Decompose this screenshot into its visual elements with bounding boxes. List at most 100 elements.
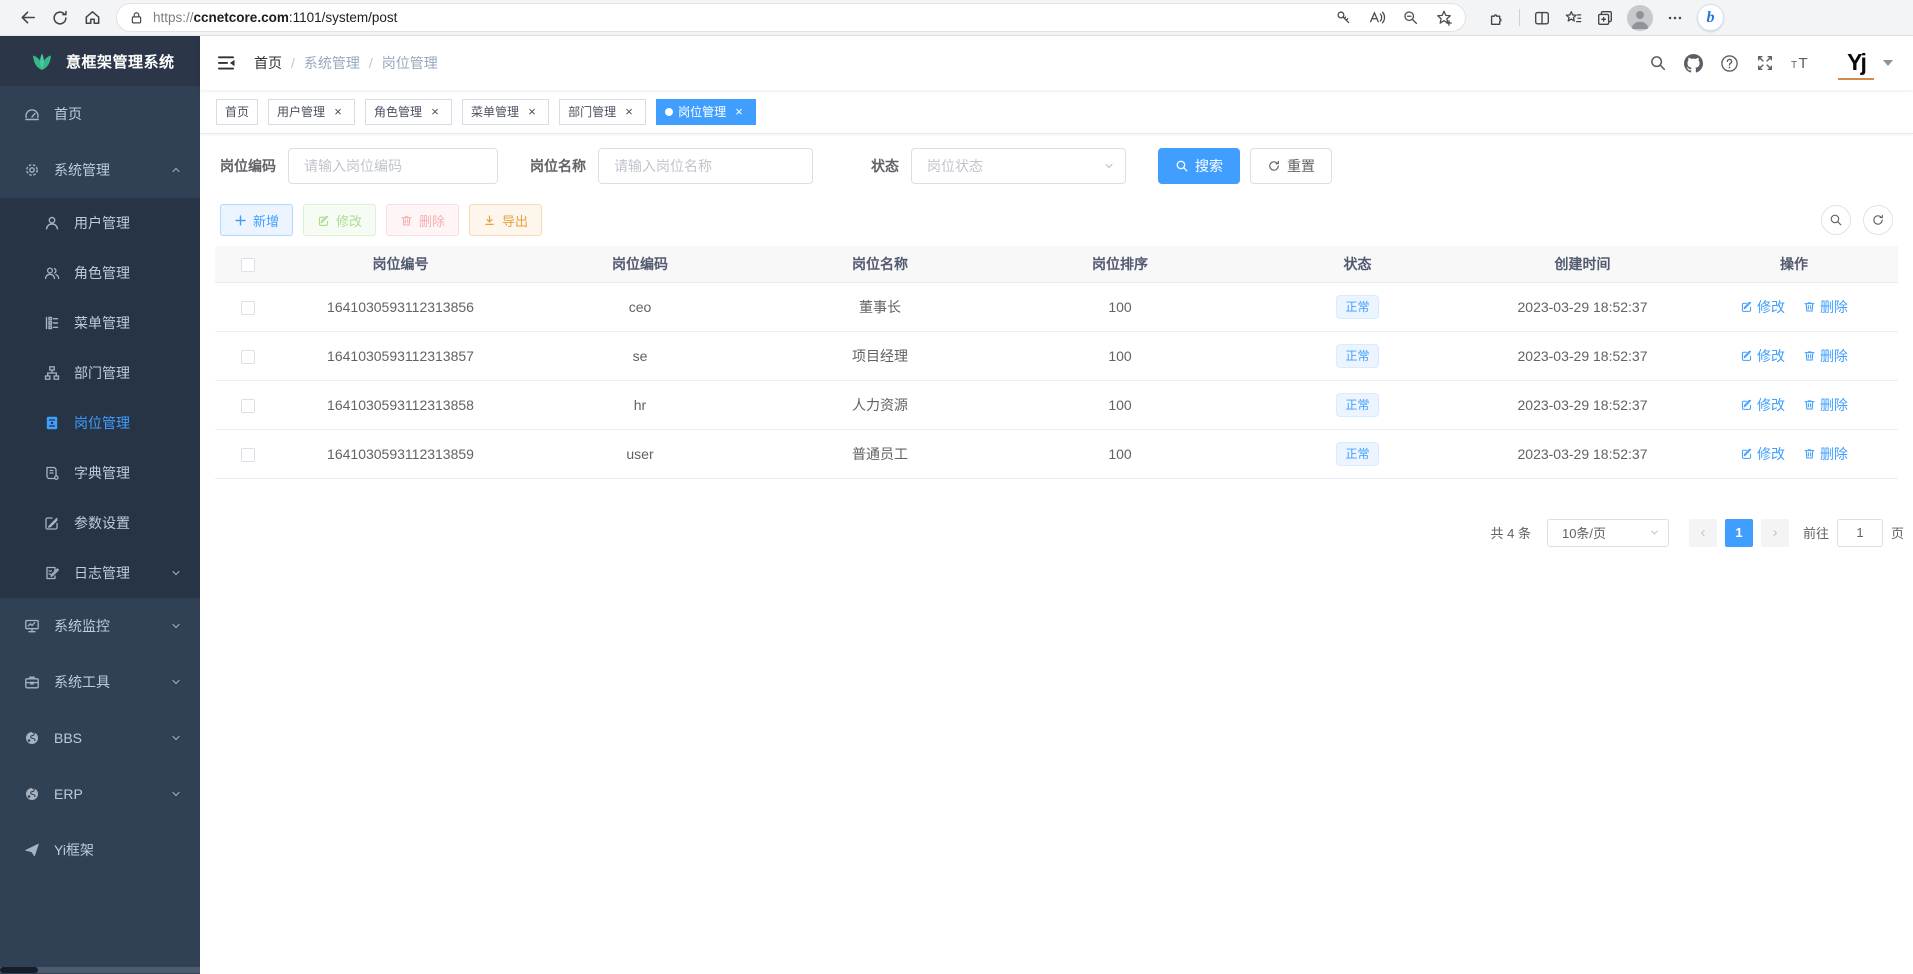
delete-button[interactable]: 删除 [386,204,459,236]
refresh-table-button[interactable] [1863,205,1893,235]
row-checkbox[interactable] [241,448,255,462]
sidebar-item-dictionary-management[interactable]: 字典管理 [0,448,200,498]
page-size-value: 10条/页 [1562,523,1606,542]
row-edit-button[interactable]: 修改 [1740,444,1785,464]
search-icon[interactable] [1649,54,1667,72]
row-checkbox[interactable] [241,301,255,315]
sidebar-item-system-monitor[interactable]: 系统监控 [0,598,200,654]
sidebar-item-user-management[interactable]: 用户管理 [0,198,200,248]
edit-icon [317,214,330,227]
search-button[interactable]: 搜索 [1158,148,1240,184]
delete-button-label: 删除 [419,211,445,230]
edit-button[interactable]: 修改 [303,204,376,236]
status-badge: 正常 [1336,344,1378,368]
sidebar-collapse-button[interactable] [216,53,236,73]
sidebar-item-label: 部门管理 [74,363,130,383]
close-icon[interactable] [731,104,747,120]
row-checkbox[interactable] [241,350,255,364]
row-delete-button[interactable]: 删除 [1803,297,1848,317]
app-logo[interactable]: 意框架管理系统 [0,36,200,86]
browser-home-button[interactable] [76,3,108,33]
select-all-checkbox[interactable] [241,258,255,272]
font-size-icon[interactable]: TT [1791,54,1811,72]
main-area: 首页 / 系统管理 / 岗位管理 TT Yj 首页 用户管理 角色管理 [200,36,1913,974]
status-select[interactable]: 岗位状态 [911,148,1126,184]
tag-department-management[interactable]: 部门管理 [559,99,646,125]
tag-menu-management[interactable]: 菜单管理 [462,99,549,125]
search-icon [1175,159,1189,173]
export-button[interactable]: 导出 [469,204,542,236]
row-edit-button[interactable]: 修改 [1740,346,1785,366]
page-1-button[interactable]: 1 [1725,519,1753,547]
password-key-icon[interactable] [1335,9,1352,26]
close-icon[interactable] [427,104,443,120]
sidebar-item-role-management[interactable]: 角色管理 [0,248,200,298]
breadcrumb-home[interactable]: 首页 [254,53,282,73]
sidebar-item-menu-management[interactable]: 菜单管理 [0,298,200,348]
sidebar-item-label: 字典管理 [74,463,130,483]
status-label: 状态 [871,156,899,176]
tag-label: 用户管理 [277,103,325,120]
close-icon[interactable] [330,104,346,120]
sidebar-item-log-management[interactable]: 日志管理 [0,548,200,598]
row-delete-button[interactable]: 删除 [1803,395,1848,415]
app-shell: 意框架管理系统 首页 系统管理 用户管理 角色管理 菜单管理 [0,36,1913,974]
browser-profile-avatar[interactable] [1627,5,1653,31]
sidebar-item-system-tools[interactable]: 系统工具 [0,654,200,710]
help-icon[interactable] [1720,54,1739,73]
row-delete-button[interactable]: 删除 [1803,346,1848,366]
sidebar-item-bbs[interactable]: BBS [0,710,200,766]
prev-page-button[interactable]: ‹ [1689,519,1717,547]
close-icon[interactable] [621,104,637,120]
github-icon[interactable] [1684,54,1703,73]
tag-label: 菜单管理 [471,103,519,120]
sidebar-item-parameter-settings[interactable]: 参数设置 [0,498,200,548]
sidebar-item-erp[interactable]: ERP [0,766,200,822]
reset-button[interactable]: 重置 [1250,148,1332,184]
user-avatar: Yj [1838,46,1874,80]
post-name-input[interactable] [598,148,813,184]
search-icon [1829,213,1843,227]
chevron-down-icon [1649,527,1660,538]
fullscreen-icon[interactable] [1756,54,1774,72]
extensions-icon[interactable] [1488,9,1506,27]
address-bar[interactable]: https://ccnetcore.com:1101/system/post [116,3,1466,32]
edit-square-icon [44,515,60,531]
add-favorite-icon[interactable] [1435,9,1453,27]
sidebar-scrollbar-thumb[interactable] [0,967,38,973]
sidebar-item-yi-framework[interactable]: Yi框架 [0,822,200,878]
sidebar-item-system-management[interactable]: 系统管理 [0,142,200,198]
goto-page-input[interactable] [1837,519,1883,547]
collections-icon[interactable] [1596,9,1614,27]
browser-refresh-button[interactable] [44,3,76,33]
sidebar-item-label: BBS [54,730,82,746]
sidebar-item-home[interactable]: 首页 [0,86,200,142]
tag-home[interactable]: 首页 [216,99,258,125]
user-avatar-menu[interactable]: Yj [1838,46,1893,80]
post-code-input[interactable] [288,148,498,184]
row-delete-button[interactable]: 删除 [1803,444,1848,464]
zoom-out-icon[interactable] [1402,9,1419,26]
tag-user-management[interactable]: 用户管理 [268,99,355,125]
read-aloud-icon[interactable] [1368,9,1386,26]
more-menu-icon[interactable] [1666,9,1684,27]
tag-post-management[interactable]: 岗位管理 [656,99,756,125]
next-page-button[interactable]: › [1761,519,1789,547]
toggle-search-button[interactable] [1821,205,1851,235]
row-edit-button[interactable]: 修改 [1740,395,1785,415]
svg-text:T: T [1799,55,1808,72]
split-screen-icon[interactable] [1533,9,1551,27]
column-header-post-code: 岗位编码 [520,246,760,282]
sidebar-item-post-management[interactable]: 岗位管理 [0,398,200,448]
close-icon[interactable] [524,104,540,120]
browser-back-button[interactable] [12,3,44,33]
sidebar-item-department-management[interactable]: 部门管理 [0,348,200,398]
row-checkbox[interactable] [241,399,255,413]
add-button[interactable]: 新增 [220,204,293,236]
sidebar: 意框架管理系统 首页 系统管理 用户管理 角色管理 菜单管理 [0,36,200,974]
favorites-icon[interactable] [1564,9,1583,27]
page-size-select[interactable]: 10条/页 [1547,519,1669,547]
row-edit-button[interactable]: 修改 [1740,297,1785,317]
tag-role-management[interactable]: 角色管理 [365,99,452,125]
copilot-bing-icon[interactable]: b [1697,4,1724,31]
